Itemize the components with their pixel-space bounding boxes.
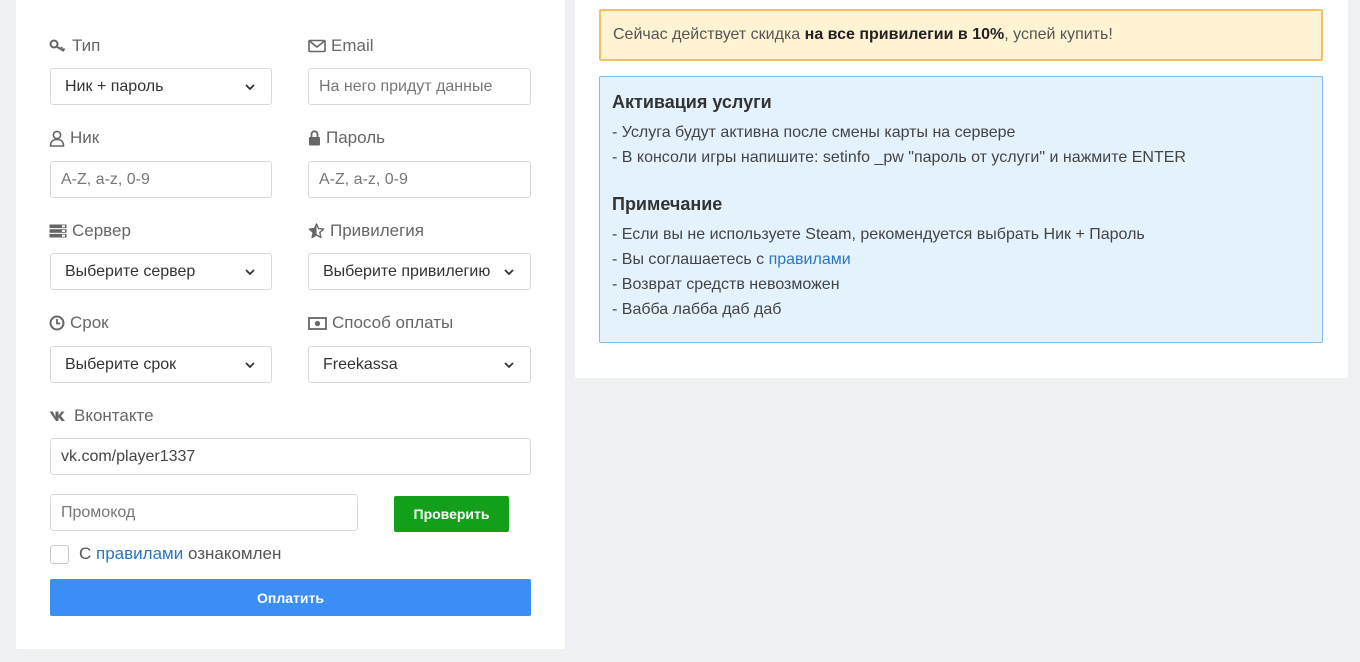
note-line: - Вы соглашаетесь с правилами [612,251,851,268]
pay-button[interactable]: Оплатить [50,579,531,616]
agree-text: С правилами ознакомлен [79,544,282,563]
check-promo-button[interactable]: Проверить [394,496,509,532]
term-label: Срок [49,313,109,333]
vk-input[interactable]: vk.com/player1337 [50,438,531,475]
server-select[interactable]: Выберите сервер [50,253,272,290]
password-input[interactable]: A-Z, a-z, 0-9 [308,161,531,198]
vk-icon [49,411,65,421]
email-input[interactable]: На него придут данные [308,68,531,105]
chevron-down-icon [245,268,255,275]
type-label: Тип [49,36,100,56]
activation-line: - В консоли игры напишите: setinfo _pw "… [612,149,1186,166]
payment-label: Способ оплаты [308,313,453,333]
discount-alert: Сейчас действует скидка на все привилеги… [599,9,1323,61]
payment-select[interactable]: Freekassa [308,346,531,383]
type-select[interactable]: Ник + пароль [50,68,272,105]
chevron-down-icon [245,361,255,368]
server-icon [49,224,67,238]
promo-input[interactable]: Промокод [50,494,358,531]
money-bill-icon [308,316,327,330]
chevron-down-icon [504,268,514,275]
activation-title: Активация услуги [612,92,772,112]
nick-input[interactable]: A-Z, a-z, 0-9 [50,161,272,198]
discount-text: Сейчас действует скидка на все привилеги… [613,26,1113,43]
activation-line: - Услуга будут активна после смены карты… [612,124,1016,141]
user-icon [49,130,65,147]
envelope-icon [308,39,326,53]
term-select[interactable]: Выберите срок [50,346,272,383]
rules-checkbox[interactable] [50,544,69,564]
chevron-down-icon [504,361,514,368]
server-label: Сервер [49,221,131,241]
key-icon [49,39,66,52]
note-line: - Вабба лабба даб даб [612,301,782,318]
note-line: - Возврат средств невозможен [612,276,840,293]
note-title: Примечание [612,194,723,214]
chevron-down-icon [245,83,255,90]
lock-icon [309,130,320,146]
rules-link[interactable]: правилами [769,251,851,268]
email-label: Email [308,36,374,56]
note-line: - Если вы не используете Steam, рекоменд… [612,226,1145,243]
privilege-select[interactable]: Выберите привилегию [308,253,531,290]
clock-icon [49,315,65,331]
vk-label: Вконтакте [49,406,154,426]
password-label: Пароль [308,128,385,148]
privilege-label: Привилегия [308,221,424,241]
rules-link[interactable]: правилами [96,544,183,563]
nick-label: Ник [49,128,99,148]
rules-agreement: С правилами ознакомлен [50,544,281,564]
info-alert: Активация услуги - Услуга будут активна … [599,76,1323,343]
star-half-icon [308,223,325,239]
